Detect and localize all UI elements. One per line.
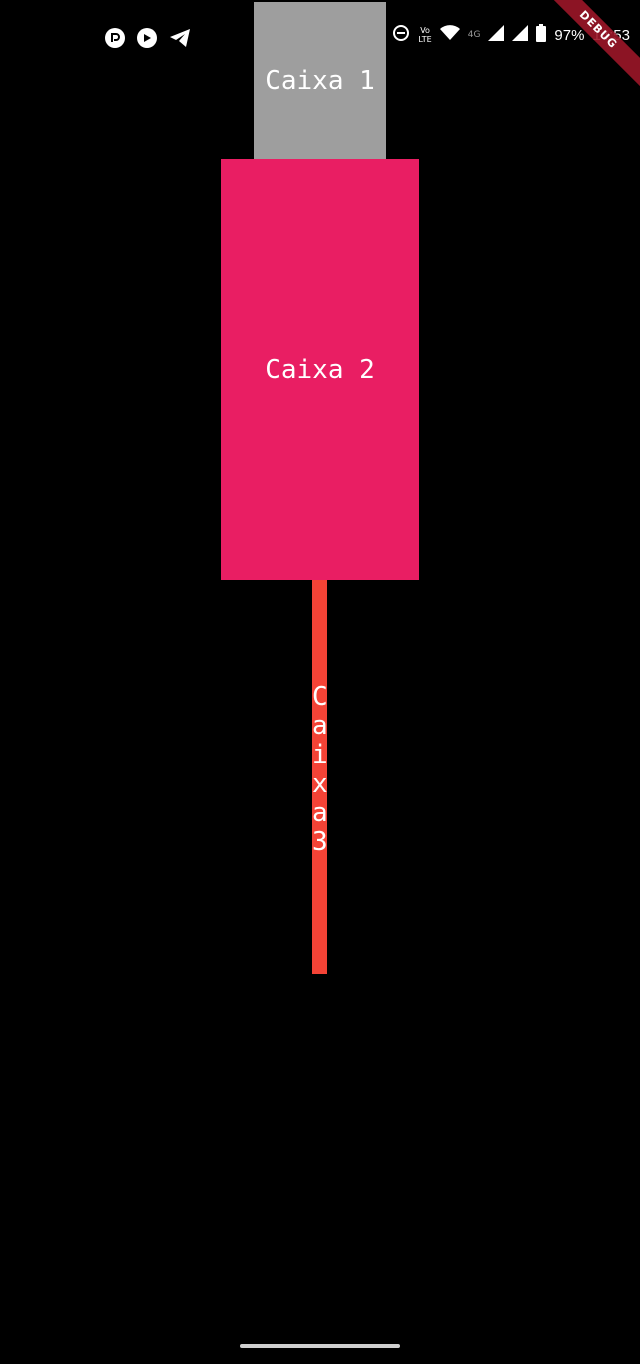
box-caixa-2: Caixa 2 <box>221 159 419 580</box>
battery-icon <box>536 24 547 46</box>
home-indicator[interactable] <box>240 1344 400 1348</box>
notification-app-icon <box>105 28 125 48</box>
telegram-icon <box>169 28 191 48</box>
box-caixa-2-label: Caixa 2 <box>265 354 375 385</box>
network-type-label: 4G <box>467 30 481 40</box>
play-store-icon <box>137 28 157 48</box>
volte-icon: Vo LTE <box>418 26 432 44</box>
dnd-icon <box>392 24 410 46</box>
box-caixa-3: Caixa 3 <box>312 580 328 974</box>
box-caixa-1-label: Caixa 1 <box>265 66 375 96</box>
battery-percent: 97% <box>554 26 585 44</box>
box-caixa-3-label: Caixa 3 <box>312 682 328 857</box>
signal-icon <box>488 25 505 45</box>
wifi-icon <box>439 25 460 45</box>
box-caixa-1: Caixa 1 <box>254 2 386 159</box>
signal-icon-2 <box>512 25 529 45</box>
status-bar-left <box>105 28 191 48</box>
